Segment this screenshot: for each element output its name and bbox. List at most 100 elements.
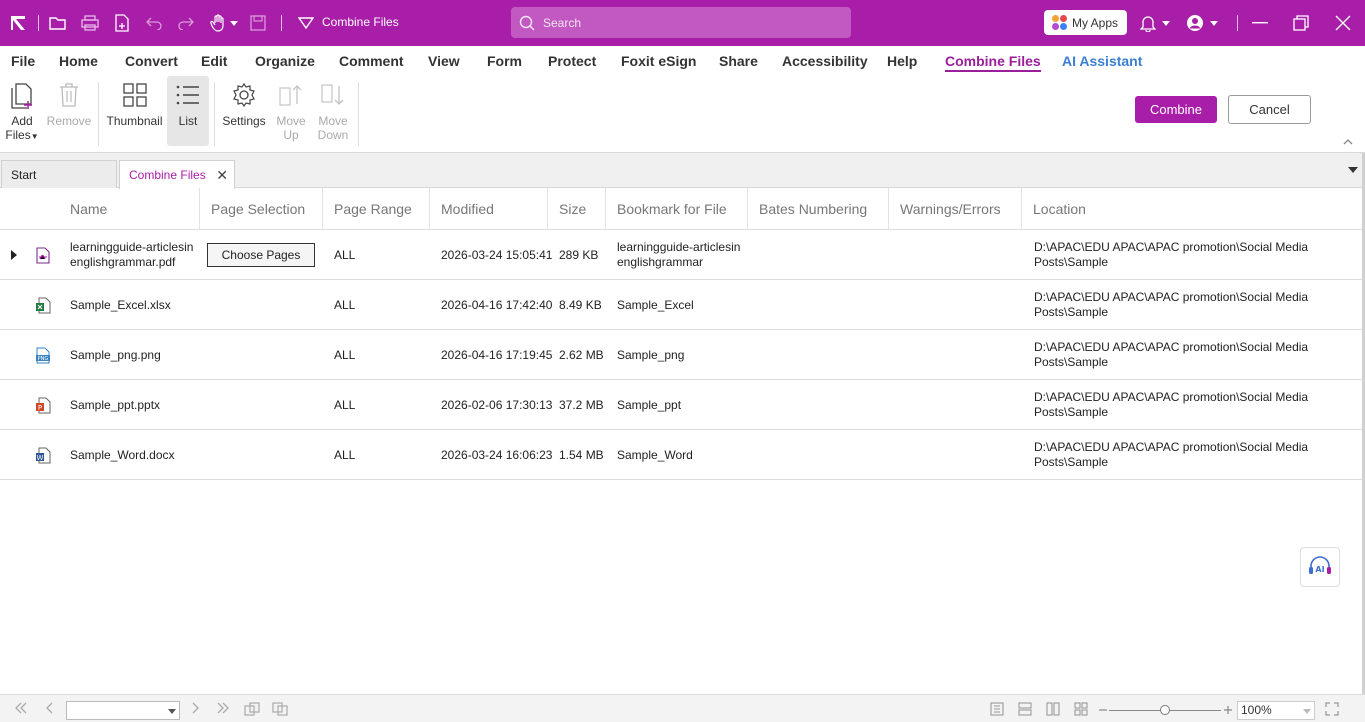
- fullscreen-icon[interactable]: [1325, 702, 1339, 719]
- remove-button[interactable]: Remove: [47, 76, 91, 128]
- menu-help[interactable]: Help: [887, 53, 917, 69]
- apps-grid-icon: [1052, 15, 1067, 30]
- last-page-icon[interactable]: [216, 702, 230, 717]
- table-row[interactable]: learningguide-articlesin englishgrammar.p…: [0, 230, 1365, 280]
- settings-button[interactable]: Settings: [221, 76, 267, 128]
- foxit-logo-icon[interactable]: [8, 13, 28, 33]
- zoom-slider-thumb[interactable]: [1160, 705, 1170, 715]
- menu-view[interactable]: View: [428, 53, 460, 69]
- first-page-icon[interactable]: [14, 702, 28, 717]
- open-folder-icon[interactable]: [48, 13, 68, 33]
- ribbon-toolbar: Add Files▼ Remove Thumbnail List Setting…: [0, 76, 1365, 153]
- user-account-icon[interactable]: [1185, 13, 1205, 33]
- modified-date: 2026-04-16 17:42:40: [441, 297, 553, 312]
- tab-start[interactable]: Start: [1, 160, 117, 188]
- choose-pages-button[interactable]: Choose Pages: [207, 243, 315, 267]
- ai-headset-icon: AI: [1309, 556, 1331, 574]
- previous-view-icon[interactable]: [244, 702, 260, 719]
- column-modified[interactable]: Modified: [429, 188, 548, 230]
- tab-list-dropdown-icon[interactable]: [1348, 167, 1358, 173]
- list-view-button[interactable]: List: [167, 76, 209, 146]
- expand-row-icon[interactable]: [11, 250, 17, 260]
- menu-combine-files[interactable]: Combine Files: [945, 53, 1041, 72]
- search-input[interactable]: Search: [511, 7, 851, 38]
- print-icon[interactable]: [80, 13, 100, 33]
- thumbnail-view-button[interactable]: Thumbnail: [104, 76, 165, 128]
- column-page-selection[interactable]: Page Selection: [199, 188, 322, 230]
- table-row[interactable]: Sample_Excel.xlsx ALL 2026-04-16 17:42:4…: [0, 280, 1365, 330]
- menu-comment[interactable]: Comment: [339, 53, 404, 69]
- zoom-out-icon[interactable]: [1098, 699, 1108, 718]
- table-row[interactable]: P Sample_ppt.pptx ALL 2026-02-06 17:30:1…: [0, 380, 1365, 430]
- chevron-down-icon[interactable]: [1208, 13, 1220, 33]
- menu-bar: File Home Convert Edit Organize Comment …: [0, 46, 1365, 76]
- move-up-label-2: Up: [283, 128, 299, 142]
- close-icon[interactable]: [1333, 13, 1353, 33]
- single-page-view-icon[interactable]: [990, 702, 1004, 719]
- ai-assistant-float-button[interactable]: AI: [1300, 547, 1340, 587]
- menu-foxit-esign[interactable]: Foxit eSign: [621, 53, 696, 69]
- previous-page-icon[interactable]: [45, 702, 55, 717]
- minimize-icon[interactable]: [1250, 13, 1270, 33]
- hand-tool-icon[interactable]: [208, 13, 228, 33]
- next-view-icon[interactable]: [272, 702, 288, 719]
- move-down-button[interactable]: Move Down: [316, 76, 350, 142]
- menu-protect[interactable]: Protect: [548, 53, 596, 69]
- bookmark-name[interactable]: Sample_ppt: [617, 380, 681, 430]
- zoom-in-icon[interactable]: [1223, 699, 1233, 718]
- thumbnail-grid-icon: [122, 76, 148, 114]
- new-document-icon[interactable]: [112, 13, 132, 33]
- restore-icon[interactable]: [1291, 13, 1311, 33]
- files-table: Name Page Selection Page Range Modified …: [0, 188, 1365, 480]
- continuous-view-icon[interactable]: [1018, 702, 1032, 719]
- close-tab-icon[interactable]: ✕: [216, 167, 228, 184]
- menu-convert[interactable]: Convert: [125, 53, 178, 69]
- chevron-down-icon[interactable]: [1303, 709, 1311, 714]
- chevron-down-icon[interactable]: [168, 709, 176, 714]
- chevron-down-icon[interactable]: [228, 13, 240, 33]
- column-name[interactable]: Name: [59, 188, 200, 230]
- column-warnings-errors[interactable]: Warnings/Errors: [888, 188, 1022, 230]
- file-name: Sample_ppt.pptx: [70, 397, 161, 412]
- cancel-button[interactable]: Cancel: [1228, 95, 1311, 124]
- menu-share[interactable]: Share: [719, 53, 758, 69]
- bookmark-name[interactable]: Sample_Word: [617, 430, 693, 480]
- combine-button[interactable]: Combine: [1135, 96, 1217, 123]
- column-bookmark[interactable]: Bookmark for File: [605, 188, 747, 230]
- add-files-button[interactable]: Add Files▼: [5, 76, 39, 142]
- move-up-button[interactable]: Move Up: [274, 76, 308, 142]
- my-apps-button[interactable]: My Apps: [1044, 10, 1127, 35]
- bookmark-name[interactable]: Sample_Excel: [617, 280, 694, 330]
- menu-accessibility[interactable]: Accessibility: [782, 53, 868, 69]
- column-size[interactable]: Size: [547, 188, 606, 230]
- column-bates-numbering[interactable]: Bates Numbering: [747, 188, 888, 230]
- continuous-facing-view-icon[interactable]: [1074, 702, 1088, 719]
- column-location[interactable]: Location: [1021, 188, 1362, 230]
- page-number-input[interactable]: [66, 701, 180, 720]
- menu-form[interactable]: Form: [487, 53, 522, 69]
- menu-home[interactable]: Home: [59, 53, 98, 69]
- facing-view-icon[interactable]: [1046, 702, 1060, 719]
- table-row[interactable]: W Sample_Word.docx ALL 2026-03-24 16:06:…: [0, 430, 1365, 480]
- table-row[interactable]: PNG Sample_png.png ALL 2026-04-16 17:19:…: [0, 330, 1365, 380]
- bell-icon[interactable]: [1138, 13, 1158, 33]
- menu-file[interactable]: File: [11, 53, 35, 69]
- menu-edit[interactable]: Edit: [201, 53, 227, 69]
- page-range: ALL: [334, 447, 356, 462]
- menu-ai-assistant[interactable]: AI Assistant: [1062, 53, 1142, 69]
- remove-label: Remove: [46, 114, 92, 128]
- chevron-down-icon[interactable]: [1160, 13, 1172, 33]
- page-range: ALL: [334, 347, 356, 362]
- bookmark-name[interactable]: learningguide-articlesin englishgrammar: [617, 230, 740, 280]
- undo-icon[interactable]: [144, 13, 164, 33]
- settings-label: Settings: [222, 114, 266, 128]
- save-icon[interactable]: [248, 13, 268, 33]
- next-page-icon[interactable]: [190, 702, 200, 717]
- column-page-range[interactable]: Page Range: [322, 188, 429, 230]
- tab-combine-files[interactable]: Combine Files ✕: [119, 160, 235, 189]
- bookmark-name[interactable]: Sample_png: [617, 330, 684, 380]
- collapse-ribbon-icon[interactable]: [1343, 137, 1353, 148]
- menu-organize[interactable]: Organize: [255, 53, 315, 69]
- zoom-level-select[interactable]: 100%: [1237, 701, 1315, 720]
- redo-icon[interactable]: [176, 13, 196, 33]
